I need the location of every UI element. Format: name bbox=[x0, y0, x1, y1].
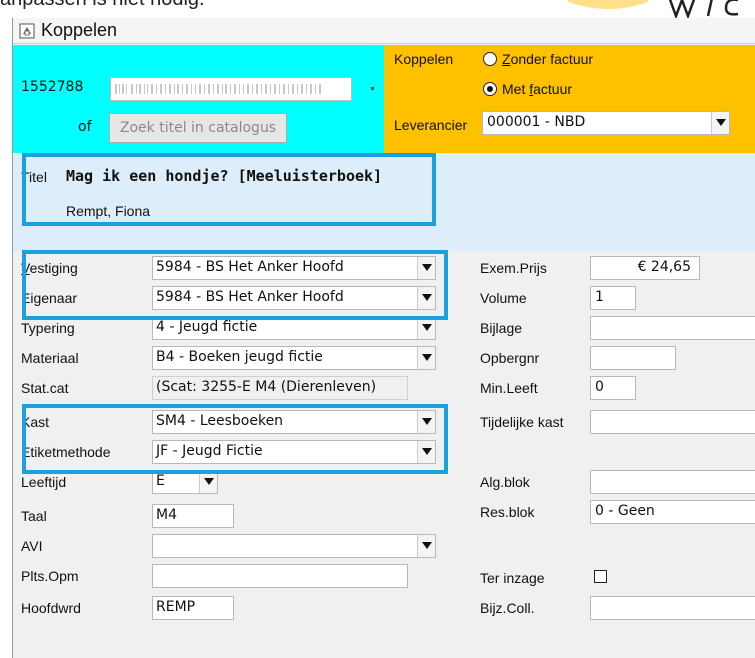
field-algblok-input[interactable] bbox=[590, 470, 755, 494]
field-label-algblok: Alg.blok bbox=[480, 474, 530, 490]
field-label-bijzcoll: Bijz.Coll. bbox=[480, 600, 535, 616]
field-label-minleeft: Min.Leeft bbox=[480, 380, 538, 396]
field-value: (Scat: 3255-E M4 (Dierenleven) bbox=[156, 379, 377, 395]
ter-inzage-checkbox[interactable] bbox=[594, 570, 607, 583]
barcode-field[interactable] bbox=[110, 77, 352, 101]
field-label-materiaal: Materiaal bbox=[21, 350, 79, 366]
field-value bbox=[153, 535, 417, 557]
field-volume-input[interactable]: 1 bbox=[590, 286, 636, 310]
radio-met-label: Met factuur bbox=[502, 81, 573, 97]
field-materiaal-select[interactable]: B4 - Boeken jeugd fictie bbox=[152, 346, 436, 370]
radio-met-indicator[interactable] bbox=[483, 82, 497, 96]
radio-zonder-factuur[interactable]: Zonder factuur bbox=[483, 51, 593, 67]
radio-zonder-label: Zonder factuur bbox=[502, 51, 594, 67]
vestiging-highlight-box bbox=[22, 250, 448, 320]
field-label-taal: Taal bbox=[21, 508, 47, 524]
chevron-down-icon[interactable] bbox=[417, 535, 435, 557]
kast-highlight-box bbox=[22, 404, 448, 474]
chevron-down-icon[interactable] bbox=[417, 347, 435, 369]
field-taal-input[interactable]: M4 bbox=[152, 504, 234, 528]
field-exemprijs-input[interactable]: € 24,65 bbox=[590, 256, 700, 280]
title-highlight-box bbox=[22, 153, 436, 226]
app-icon bbox=[19, 23, 35, 39]
field-label-bijlage: Bijlage bbox=[480, 320, 523, 336]
field-label-leeftijd: Leeftijd bbox=[21, 474, 67, 490]
of-label: of bbox=[78, 119, 92, 135]
field-bijlage-input[interactable] bbox=[590, 316, 755, 340]
search-catalog-button[interactable]: Zoek titel in catalogus bbox=[109, 113, 287, 143]
document-heading-crop: anpassen is niet nodig. bbox=[0, 0, 205, 11]
field-value bbox=[153, 565, 407, 587]
leverancier-value: 000001 - NBD bbox=[487, 114, 586, 130]
field-bijzcoll-input[interactable] bbox=[590, 596, 755, 620]
search-panel: 1552788 of Zoek titel in catalogus bbox=[13, 45, 384, 153]
field-value: 4 - Jeugd fictie bbox=[156, 319, 258, 335]
radio-zonder-indicator[interactable] bbox=[483, 52, 497, 66]
field-label-typering: Typering bbox=[21, 320, 75, 336]
field-value: M4 bbox=[156, 507, 177, 523]
isbn-text: 1552788 bbox=[21, 79, 84, 95]
field-label-exemprijs: Exem.Prijs bbox=[480, 260, 547, 276]
field-minleeft-input[interactable]: 0 bbox=[590, 376, 636, 400]
field-label-pltsopm: Plts.Opm bbox=[21, 568, 79, 584]
field-resblok-input[interactable]: 0 - Geen bbox=[590, 500, 755, 524]
field-hoofdwrd-input[interactable]: REMP bbox=[152, 596, 234, 620]
field-value: E bbox=[156, 473, 165, 489]
field-label-tijdelijkekast: Tijdelijke kast bbox=[480, 414, 564, 430]
field-label-avi: AVI bbox=[21, 538, 43, 554]
field-value: B4 - Boeken jeugd fictie bbox=[156, 349, 323, 365]
window-titlebar[interactable]: Koppelen bbox=[13, 18, 755, 44]
field-label-resblok: Res.blok bbox=[480, 504, 535, 520]
radio-met-factuur[interactable]: Met factuur bbox=[483, 81, 572, 97]
koppelen-window: Koppelen 1552788 of Zoek titel in catalo… bbox=[12, 18, 755, 658]
leverancier-select[interactable]: 000001 - NBD bbox=[482, 111, 730, 135]
chevron-down-icon[interactable] bbox=[711, 112, 729, 134]
field-tijdelijkekast-input[interactable] bbox=[590, 410, 755, 434]
dot-marker bbox=[371, 87, 374, 90]
leverancier-label: Leverancier bbox=[394, 117, 468, 133]
window-title: Koppelen bbox=[41, 20, 118, 40]
chevron-down-icon[interactable] bbox=[417, 317, 435, 339]
field-label-opbergnr: Opbergnr bbox=[480, 350, 540, 366]
koppelen-label: Koppelen bbox=[394, 51, 454, 67]
koppelen-panel: Koppelen Zonder factuur Met factuur Leve… bbox=[384, 45, 755, 153]
field-label-terinzage: Ter inzage bbox=[480, 570, 545, 586]
field-avi-select[interactable] bbox=[152, 534, 436, 558]
field-label-statcat: Stat.cat bbox=[21, 380, 69, 396]
field-label-hoofdwrd: Hoofdwrd bbox=[21, 600, 81, 616]
field-value: REMP bbox=[156, 599, 196, 615]
field-opbergnr-input[interactable] bbox=[590, 346, 676, 370]
field-label-volume: Volume bbox=[480, 290, 527, 306]
chevron-down-icon[interactable] bbox=[199, 471, 217, 493]
field-pltsopm-input[interactable] bbox=[152, 564, 408, 588]
field-statcat-input[interactable]: (Scat: 3255-E M4 (Dierenleven) bbox=[152, 376, 408, 400]
